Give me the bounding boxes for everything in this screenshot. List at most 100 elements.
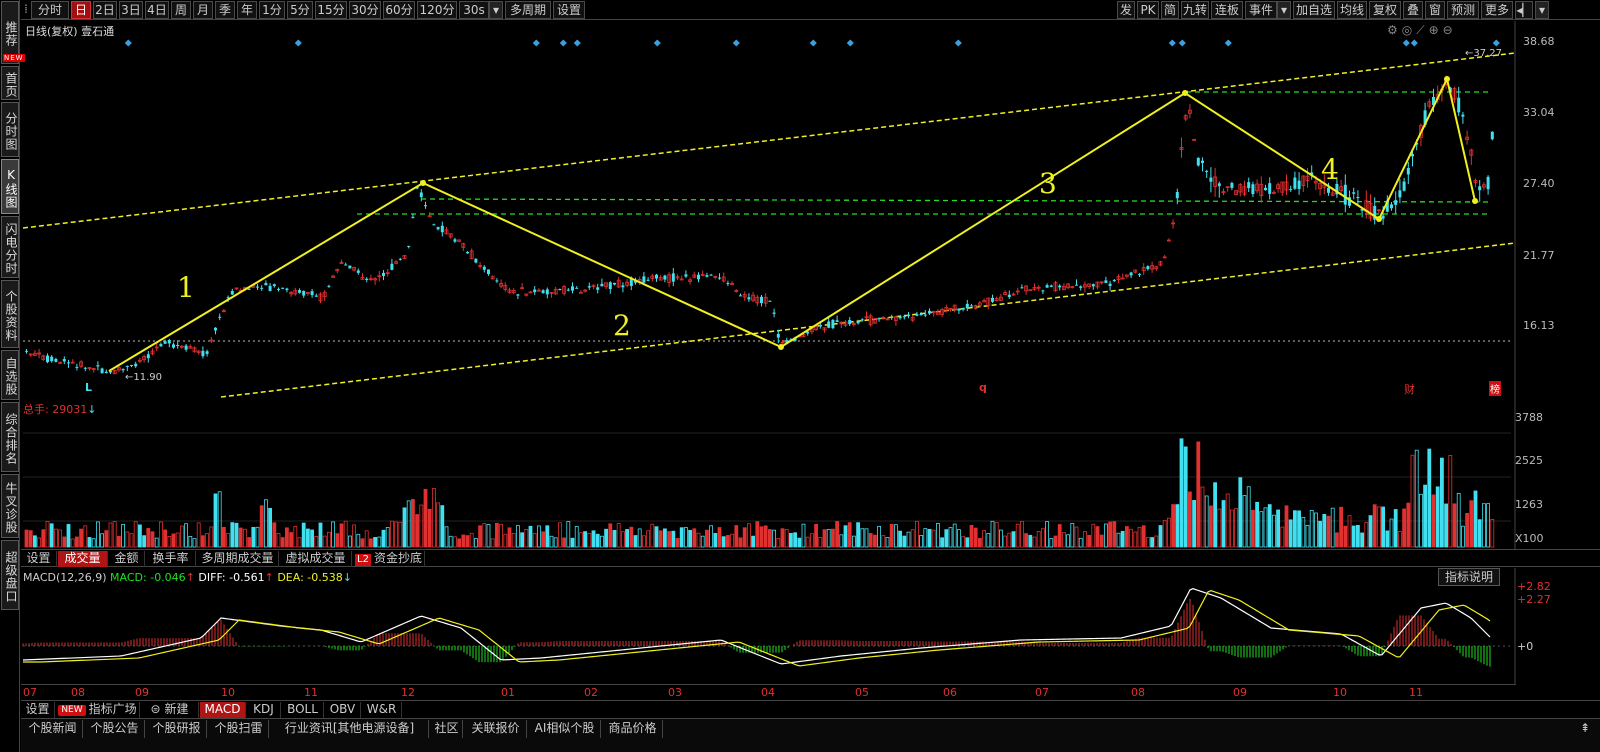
itab-macd[interactable]: MACD bbox=[200, 702, 246, 718]
candle-body bbox=[50, 356, 54, 362]
period-4day[interactable]: 4日 bbox=[145, 1, 169, 19]
nav-ranking[interactable]: 综合排名 bbox=[1, 402, 19, 472]
news-industry[interactable]: 行业资讯[其他电源设备] bbox=[271, 720, 429, 738]
period-30s[interactable]: 30s bbox=[459, 1, 489, 19]
news-ai-similar[interactable]: AI相似个股 bbox=[529, 720, 601, 738]
candle-body bbox=[571, 286, 574, 291]
period-15min[interactable]: 15分 bbox=[315, 1, 347, 19]
vtab-turnover[interactable]: 换手率 bbox=[146, 551, 196, 567]
volume-bar bbox=[629, 526, 634, 548]
itab-kdj[interactable]: KDJ bbox=[247, 702, 281, 718]
nav-timeshare[interactable]: 分时图 bbox=[1, 102, 19, 157]
events-dropdown-icon[interactable]: ▾ bbox=[1277, 1, 1291, 19]
nav-diagnose[interactable]: 牛叉诊股 bbox=[1, 474, 19, 538]
tool-overlay[interactable]: 叠 bbox=[1403, 1, 1423, 19]
news-research[interactable]: 个股研报 bbox=[147, 720, 207, 738]
itab-boll[interactable]: BOLL bbox=[282, 702, 324, 718]
marker-l[interactable]: L bbox=[85, 381, 92, 394]
nav-kline[interactable]: K线图 bbox=[1, 159, 19, 214]
volume-bar bbox=[1112, 521, 1117, 548]
period-timeshare[interactable]: 分时 bbox=[31, 1, 69, 19]
volume-panel[interactable]: 总手: 29031↓ 3788 2525 1263 X100 bbox=[21, 399, 1600, 549]
volume-bar bbox=[831, 528, 835, 548]
vtab-multi-volume[interactable]: 多周期成交量 bbox=[197, 551, 279, 567]
volume-bar bbox=[982, 530, 986, 548]
nav-superboard[interactable]: 超级盘口 bbox=[1, 540, 19, 610]
nav-watchlist[interactable]: 自选股 bbox=[1, 350, 19, 400]
volume-bar bbox=[205, 533, 210, 548]
period-month[interactable]: 月 bbox=[193, 1, 213, 19]
collapse-icon[interactable]: ◂▏ bbox=[1515, 1, 1533, 19]
period-5min[interactable]: 5分 bbox=[287, 1, 313, 19]
more-dropdown-icon[interactable]: ▾ bbox=[1535, 1, 1549, 19]
period-30min[interactable]: 30分 bbox=[349, 1, 381, 19]
tool-pk[interactable]: PK bbox=[1137, 1, 1159, 19]
nav-home[interactable]: 首页 bbox=[1, 66, 19, 100]
macd-panel[interactable]: MACD(12,26,9) MACD: -0.046↑ DIFF: -0.561… bbox=[21, 568, 1600, 684]
tool-more[interactable]: 更多 bbox=[1481, 1, 1513, 19]
period-quarter[interactable]: 季 bbox=[215, 1, 235, 19]
vtab-virtual-volume[interactable]: 虚拟成交量 bbox=[280, 551, 352, 567]
news-community[interactable]: 社区 bbox=[431, 720, 463, 738]
period-year[interactable]: 年 bbox=[237, 1, 257, 19]
period-week[interactable]: 周 bbox=[171, 1, 191, 19]
candle-body bbox=[419, 192, 423, 198]
tool-ma[interactable]: 均线 bbox=[1337, 1, 1367, 19]
marker-cai[interactable]: 财 bbox=[1404, 381, 1415, 397]
volume-bar bbox=[1007, 532, 1012, 548]
volume-bar bbox=[671, 530, 676, 548]
tool-restore[interactable]: 复权 bbox=[1369, 1, 1401, 19]
volume-bar bbox=[1167, 517, 1171, 548]
vtab-capital[interactable]: L2 资金抄底 bbox=[353, 551, 425, 567]
volume-bar bbox=[150, 531, 155, 548]
itab-obv[interactable]: OBV bbox=[325, 702, 361, 718]
event-marker-icon bbox=[294, 39, 302, 47]
period-dropdown-icon[interactable]: ▾ bbox=[489, 1, 503, 19]
tool-simple[interactable]: 简 bbox=[1161, 1, 1179, 19]
candle-body bbox=[902, 316, 906, 318]
tool-events[interactable]: 事件 bbox=[1245, 1, 1277, 19]
vtab-settings[interactable]: 设置 bbox=[21, 551, 57, 567]
news-risk[interactable]: 个股扫雷 bbox=[209, 720, 269, 738]
news-announce[interactable]: 个股公告 bbox=[85, 720, 145, 738]
news-commodity[interactable]: 商品价格 bbox=[603, 720, 663, 738]
marker-bang[interactable]: 榜 bbox=[1489, 381, 1501, 396]
news-stock[interactable]: 个股新闻 bbox=[23, 720, 83, 738]
vtab-volume[interactable]: 成交量 bbox=[58, 551, 108, 567]
nav-recommend[interactable]: 推荐 NEW bbox=[1, 1, 25, 64]
news-related[interactable]: 关联报价 bbox=[465, 720, 527, 738]
volume-bar bbox=[948, 527, 953, 548]
period-day[interactable]: 日 bbox=[71, 1, 91, 19]
period-2day[interactable]: 2日 bbox=[93, 1, 117, 19]
itab-plaza[interactable]: NEW 指标广场 bbox=[56, 702, 140, 718]
marker-q[interactable]: q bbox=[979, 381, 987, 394]
period-1min[interactable]: 1分 bbox=[259, 1, 285, 19]
kline-chart[interactable]: 日线(复权) 壹石通 ⚙◎⟋⊕⊖ 38.68 33.04 27.40 21.77… bbox=[21, 21, 1600, 399]
price-label-2: 33.04 bbox=[1523, 106, 1555, 119]
expand-up-icon[interactable]: ⇞ bbox=[1573, 720, 1597, 738]
volume-bar bbox=[646, 530, 650, 548]
itab-wr[interactable]: W&R bbox=[362, 702, 402, 718]
tool-lianban[interactable]: 连板 bbox=[1211, 1, 1243, 19]
tool-window[interactable]: 窗 bbox=[1425, 1, 1445, 19]
candle-body bbox=[453, 239, 457, 242]
tool-fa[interactable]: 发 bbox=[1117, 1, 1135, 19]
period-3day[interactable]: 3日 bbox=[119, 1, 143, 19]
nav-flash[interactable]: 闪电分时 bbox=[1, 216, 19, 278]
add-watch-button[interactable]: 加自选 bbox=[1293, 1, 1335, 19]
itab-new[interactable]: ⊜ 新建 bbox=[141, 702, 199, 718]
period-120min[interactable]: 120分 bbox=[417, 1, 457, 19]
volume-bar bbox=[1465, 512, 1469, 548]
vtab-amount[interactable]: 金额 bbox=[109, 551, 145, 567]
volume-bar bbox=[1368, 515, 1373, 548]
multi-period-button[interactable]: 多周期 bbox=[505, 1, 551, 19]
tool-forecast[interactable]: 预测 bbox=[1447, 1, 1479, 19]
tool-jiuzhuan[interactable]: 九转 bbox=[1181, 1, 1209, 19]
period-60min[interactable]: 60分 bbox=[383, 1, 415, 19]
event-marker-icon bbox=[846, 39, 854, 47]
volume-bar bbox=[667, 531, 671, 548]
nav-profile[interactable]: 个股资料 bbox=[1, 280, 19, 348]
month-label: 11 bbox=[304, 686, 318, 699]
settings-button[interactable]: 设置 bbox=[553, 1, 585, 19]
itab-settings[interactable]: 设置 bbox=[21, 702, 55, 718]
